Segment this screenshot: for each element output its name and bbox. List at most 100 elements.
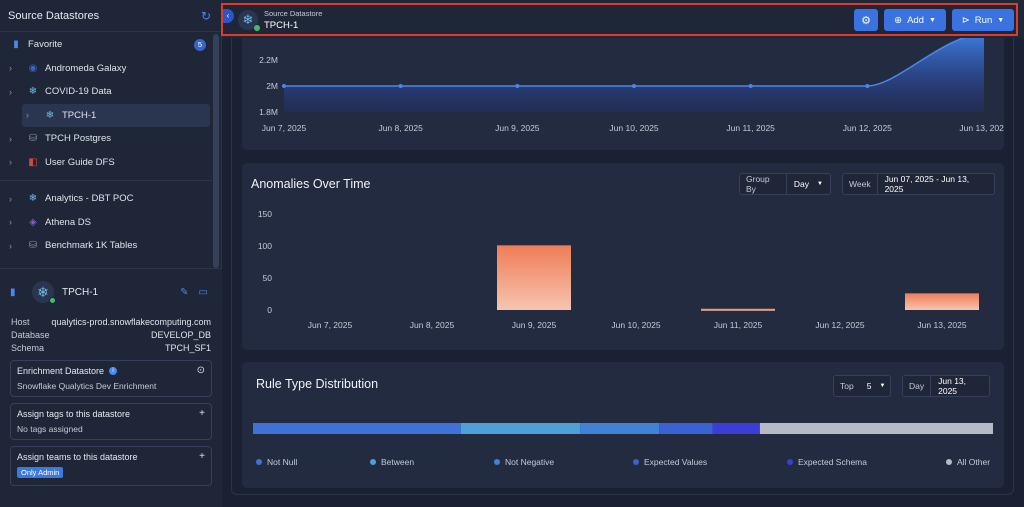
favorite-header[interactable]: ▮ Favorite 5 [0, 33, 212, 57]
y-tick-label: 50 [263, 273, 273, 283]
sidebar-item[interactable]: › ◈ Athena DS [0, 211, 212, 235]
x-tick-label: Jun 7, 2025 [262, 123, 307, 133]
distribution-segment [712, 423, 760, 434]
info-icon[interactable]: i [109, 367, 118, 375]
dfs-icon: ◧ [28, 156, 38, 168]
data-point [632, 84, 636, 88]
rule-type-panel: Rule Type Distribution Top 5 ▼ Day Jun 13… [242, 362, 1004, 488]
host-row: Host qualytics-prod.snowflakecomputing.co… [0, 315, 222, 328]
legend-dot [946, 459, 952, 465]
distribution-segment [253, 423, 461, 434]
data-point [865, 84, 870, 88]
edit-icon[interactable]: ✎ [180, 287, 188, 298]
favorite-label: Favorite [28, 39, 63, 51]
snowflake-icon: ❄ [32, 281, 56, 304]
bookmark-icon[interactable]: ▮ [10, 287, 24, 298]
sidebar-item-label: Andromeda Galaxy [45, 62, 127, 74]
enrichment-title: Enrichment Datastore [17, 366, 105, 376]
sidebar-item[interactable]: › ❄ COVID-19 Data [0, 80, 212, 104]
database-row: Database DEVELOP_DB [0, 328, 222, 341]
x-tick-label: Jun 9, 2025 [495, 123, 540, 133]
legend-label: Not Null [267, 457, 298, 467]
enrichment-value: Snowflake Qualytics Dev Enrichment [17, 381, 157, 391]
sidebar-item-label: Analytics - DBT POC [45, 193, 134, 205]
datastore-tree: ▮ Favorite 5 › ◉ Andromeda Galaxy › ❄ COVID-1… [0, 33, 212, 258]
legend-item[interactable]: Not Null [256, 457, 297, 467]
tags-title: Assign tags to this datastore [17, 409, 131, 419]
snowflake-icon: ❄ [45, 109, 55, 121]
chevron-right-icon[interactable]: › [9, 241, 19, 251]
legend-label: Expected Schema [798, 457, 867, 467]
detail-datastore-name: TPCH-1 [62, 286, 99, 298]
athena-icon: ◈ [29, 216, 37, 228]
records-chart-panel: 2.2M 2M 1.8M Jun 7, 2025 Jun 8, 2025 Jun 9, 2… [242, 38, 1004, 150]
anomalies-panel: Anomalies Over Time Group By Day ▼ Week J… [242, 163, 1004, 350]
rule-type-stacked-bar [253, 423, 993, 434]
teams-card[interactable]: Assign teams to this datastore Only Admi… [10, 446, 212, 486]
tags-card[interactable]: Assign tags to this datastore No tags as… [10, 403, 212, 440]
sidebar-item-label: TPCH-1 [62, 109, 97, 121]
chevron-right-icon[interactable]: › [9, 217, 19, 227]
postgres-icon: ⛁ [28, 133, 38, 145]
distribution-segment [460, 423, 581, 434]
add-team-icon[interactable]: + [199, 451, 205, 462]
play-circle-icon[interactable]: ⊙ [197, 365, 205, 376]
distribution-segment [659, 423, 713, 434]
host-value: qualytics-prod.snowflakecomputing.com [51, 316, 211, 327]
sidebar-item[interactable]: › ❄ TPCH-1 [22, 103, 210, 127]
sidebar-item[interactable]: › ⛁ TPCH Postgres [0, 127, 212, 151]
sidebar-scrollbar[interactable] [213, 34, 219, 268]
bar [701, 308, 775, 311]
data-point [398, 84, 403, 88]
legend-item[interactable]: Not Negative [494, 457, 554, 467]
x-tick-label: Jun 7, 2025 [308, 320, 353, 330]
data-point [748, 84, 753, 88]
series-line [284, 38, 966, 87]
sidebar-item[interactable]: › ❄ Analytics - DBT POC [0, 187, 212, 211]
chevron-right-icon[interactable]: › [26, 110, 36, 120]
distribution-segment [759, 423, 993, 434]
refresh-icon[interactable]: ↻ [199, 9, 213, 23]
enrichment-card[interactable]: Enrichment Datastore i Snowflake Qualytic… [10, 360, 212, 397]
x-tick-label: Jun 8, 2025 [410, 320, 455, 330]
chevron-right-icon[interactable]: › [9, 87, 19, 97]
sidebar-header: Source Datastores ↻ [0, 0, 221, 32]
chevron-right-icon[interactable]: › [9, 134, 19, 144]
tags-value: No tags assigned [17, 424, 83, 434]
x-tick-label: Jun 13, 2025 [959, 123, 1004, 133]
sidebar-item[interactable]: › ⛁ Benchmark 1K Tables [0, 234, 212, 258]
sidebar-item[interactable]: › ◧ User Guide DFS [0, 151, 212, 175]
add-tag-icon[interactable]: + [199, 408, 205, 419]
legend-label: Expected Values [644, 457, 708, 467]
chevron-right-icon[interactable]: › [9, 63, 19, 73]
x-tick-label: Jun 9, 2025 [512, 320, 557, 330]
datastore-sidebar: Source Datastores ↻ ▮ Favorite 5 › ◉ Andro… [0, 0, 222, 507]
sidebar-item[interactable]: › ◉ Andromeda Galaxy [0, 57, 212, 81]
galaxy-icon: ◉ [28, 62, 38, 74]
postgres-icon: ⛁ [28, 240, 38, 252]
legend-item[interactable]: Expected Values [633, 457, 707, 467]
anomalies-bar-chart: 150 100 50 0 Jun 7, 2025 Jun 8, 2025 Jun 9, 20… [258, 209, 979, 330]
legend-dot [494, 459, 500, 465]
y-tick-label: 1.8M [259, 107, 278, 117]
bookmark-icon: ▮ [13, 39, 19, 51]
sidebar-item-label: COVID-19 Data [45, 86, 112, 98]
schema-label: Schema [11, 342, 45, 353]
legend-item[interactable]: Expected Schema [787, 457, 867, 467]
schema-row: Schema TPCH_SF1 [0, 341, 222, 354]
y-tick-label: 150 [258, 209, 272, 219]
chevron-right-icon[interactable]: › [9, 194, 19, 204]
x-tick-label: Jun 13, 2025 [917, 320, 966, 330]
panel-icon[interactable]: ▭ [199, 287, 208, 298]
area-fill [284, 38, 984, 112]
bar [497, 245, 571, 310]
sidebar-item-label: TPCH Postgres [45, 133, 111, 145]
legend-item[interactable]: Between [370, 457, 414, 467]
sidebar-item-label: Athena DS [45, 216, 91, 228]
x-tick-label: Jun 10, 2025 [611, 320, 660, 330]
chevron-right-icon[interactable]: › [9, 157, 19, 167]
legend-item[interactable]: All Other [946, 457, 990, 467]
sidebar-divider [0, 180, 212, 181]
favorite-count-badge: 5 [194, 38, 206, 51]
snowflake-icon: ❄ [28, 86, 38, 98]
